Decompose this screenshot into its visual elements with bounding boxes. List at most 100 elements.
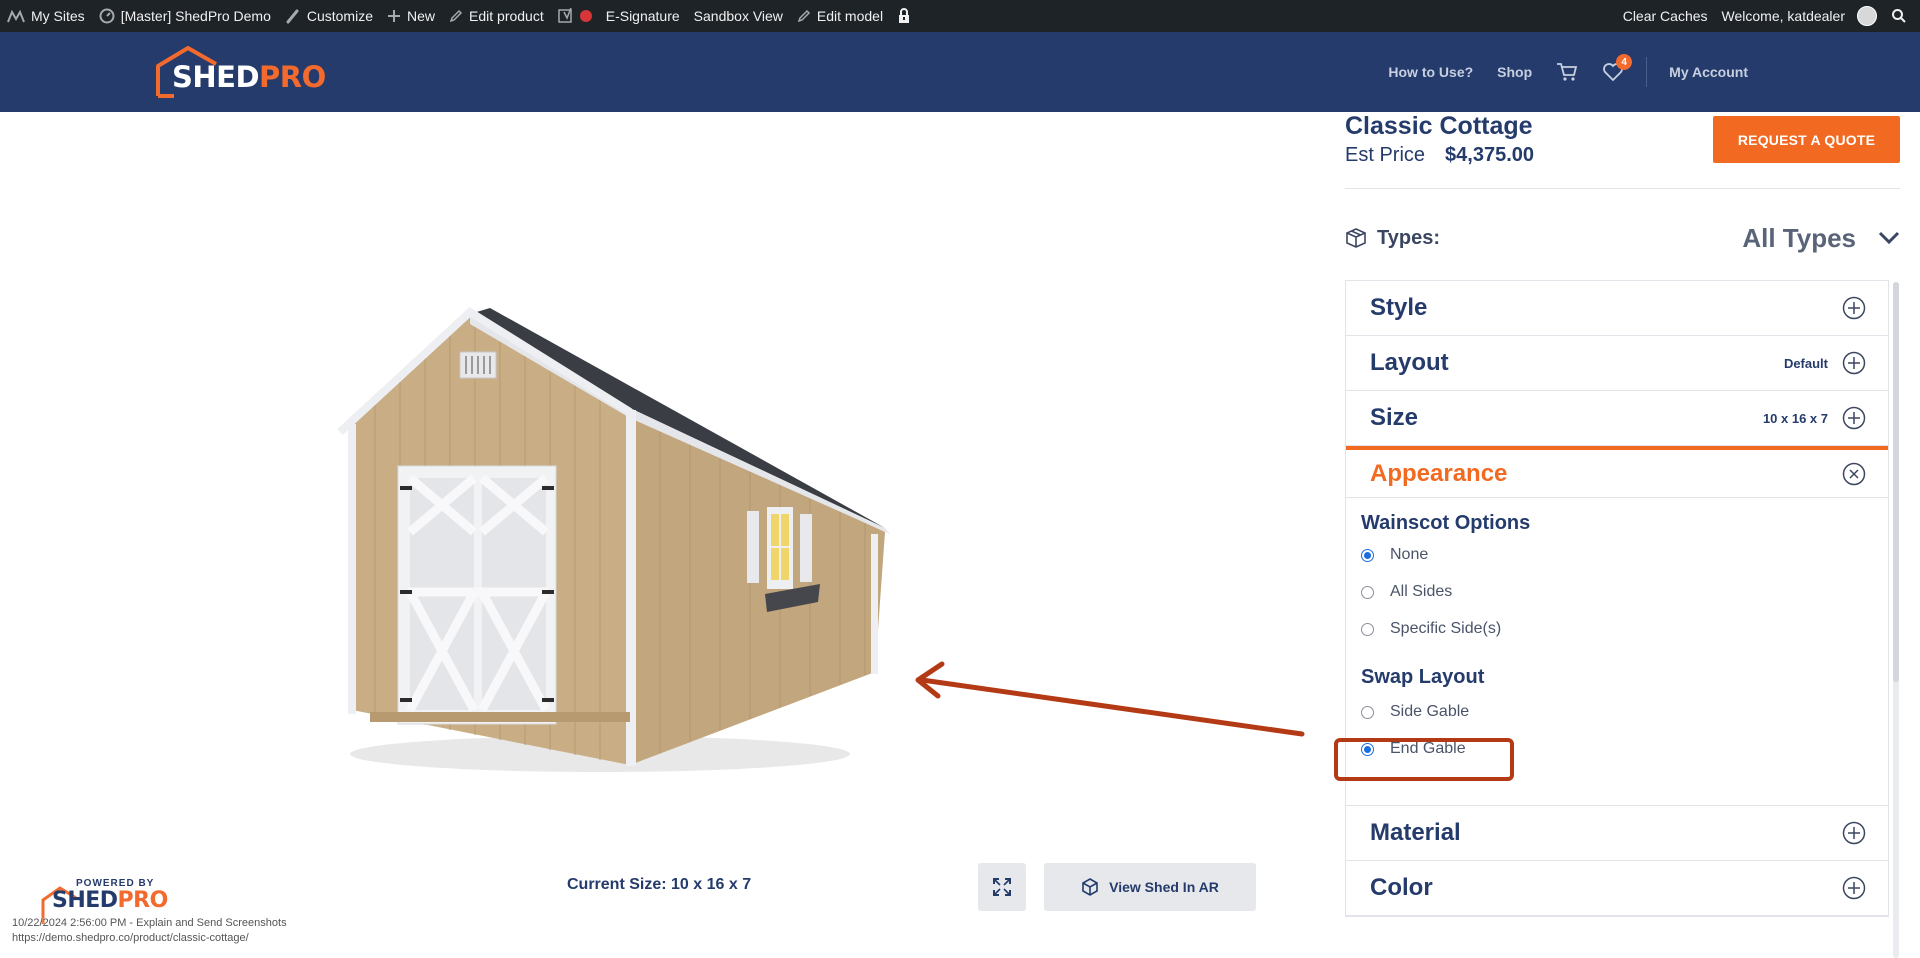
request-quote-button[interactable]: REQUEST A QUOTE xyxy=(1713,116,1900,163)
site-logo[interactable]: SHEDPRO xyxy=(154,46,326,98)
plus-circle-icon xyxy=(1842,821,1866,845)
nav-divider xyxy=(1646,57,1648,87)
wainscot-option-label: All Sides xyxy=(1390,583,1453,600)
accordion-size-value: 10 x 16 x 7 xyxy=(1762,410,1828,426)
account-menu[interactable]: Welcome, katdealer xyxy=(1715,0,1884,32)
powered-logo-text: SHEDPRO xyxy=(52,888,168,913)
accordion-style-title: Style xyxy=(1370,294,1428,321)
accordion-layout[interactable]: Layout Default xyxy=(1346,336,1888,391)
clear-caches-link[interactable]: Clear Caches xyxy=(1616,0,1715,32)
accordion-size[interactable]: Size 10 x 16 x 7 xyxy=(1346,391,1888,446)
admin-bar: My Sites [Master] ShedPro Demo Customize… xyxy=(0,0,1920,32)
cube-icon xyxy=(1082,878,1098,896)
main-nav: How to Use? Shop 4 My Account xyxy=(1376,32,1760,112)
watermark-line-1: 10/22/2024 2:56:00 PM - Explain and Send… xyxy=(12,917,287,929)
accordion-layout-value: Default xyxy=(1783,355,1828,371)
edit-product-link[interactable]: Edit product xyxy=(442,0,551,32)
screenshot-watermark: 10/22/2024 2:56:00 PM - Explain and Send… xyxy=(12,916,287,946)
shed-3d-viewer[interactable]: Current Size: 10 x 16 x 7 View Shed In A… xyxy=(0,112,1340,958)
annotation-highlight-box xyxy=(1334,738,1514,781)
radio-button[interactable] xyxy=(1361,705,1374,719)
swap-option-side-gable[interactable]: Side Gable xyxy=(1361,703,1469,721)
my-sites-link[interactable]: My Sites xyxy=(0,0,92,32)
sandbox-view-link[interactable]: Sandbox View xyxy=(687,0,790,32)
wainscot-option-all-sides[interactable]: All Sides xyxy=(1361,583,1452,601)
edit-model-label: Edit model xyxy=(816,8,884,24)
nav-my-account[interactable]: My Account xyxy=(1657,64,1760,80)
radio-button[interactable] xyxy=(1361,585,1374,599)
plus-circle-icon xyxy=(1842,406,1866,430)
seo-status-dot xyxy=(579,10,592,22)
wainscot-option-none[interactable]: None xyxy=(1361,546,1428,564)
radio-button[interactable] xyxy=(1361,548,1374,562)
cart-icon xyxy=(1557,63,1578,81)
wainscot-option-specific-sides[interactable]: Specific Side(s) xyxy=(1361,620,1501,638)
clear-caches-label: Clear Caches xyxy=(1622,8,1708,24)
nav-wishlist[interactable]: 4 xyxy=(1590,54,1636,82)
new-label: New xyxy=(407,8,436,24)
accordion-layout-title: Layout xyxy=(1370,349,1449,376)
accordion-color-title: Color xyxy=(1370,874,1433,901)
yoast-icon xyxy=(557,8,572,23)
site-name-link[interactable]: [Master] ShedPro Demo xyxy=(92,0,278,32)
customize-label: Customize xyxy=(306,8,373,24)
pencil-icon xyxy=(797,9,810,23)
divider xyxy=(1345,188,1900,189)
chevron-down-icon xyxy=(1878,231,1900,245)
current-size-label: Current Size: 10 x 16 x 7 xyxy=(567,876,752,893)
types-value: All Types xyxy=(1742,222,1856,253)
welcome-label: Welcome, katdealer xyxy=(1721,8,1845,24)
swap-option-label: Side Gable xyxy=(1390,703,1470,720)
accordion-material-title: Material xyxy=(1370,819,1461,846)
wainscot-option-label: Specific Side(s) xyxy=(1390,620,1502,637)
types-label: Types: xyxy=(1377,226,1440,249)
nav-how-to-use[interactable]: How to Use? xyxy=(1376,64,1485,80)
site-name-label: [Master] ShedPro Demo xyxy=(120,8,271,24)
esignature-label: E-Signature xyxy=(605,8,680,24)
edit-model-link[interactable]: Edit model xyxy=(790,0,890,32)
my-sites-label: My Sites xyxy=(31,8,85,24)
radio-button[interactable] xyxy=(1361,622,1374,636)
wainscot-heading: Wainscot Options xyxy=(1361,512,1531,534)
configurator-panel: Classic Cottage Est Price $4,375.00 REQU… xyxy=(1345,112,1900,958)
accordion-material[interactable]: Material xyxy=(1346,806,1888,861)
options-accordion: Style Layout Default Size 10 x 16 x 7 Ap… xyxy=(1345,280,1889,917)
est-price-label: Est Price xyxy=(1345,144,1426,166)
close-circle-icon xyxy=(1842,462,1866,485)
search-icon xyxy=(1892,9,1906,23)
logo-text: SHEDPRO xyxy=(172,60,326,94)
new-link[interactable]: New xyxy=(380,0,442,32)
accordion-style[interactable]: Style xyxy=(1346,281,1888,336)
admin-search-button[interactable] xyxy=(1884,0,1914,32)
wishlist-count-badge: 4 xyxy=(1616,54,1633,70)
esignature-link[interactable]: E-Signature xyxy=(599,0,687,32)
yoast-menu[interactable] xyxy=(551,0,599,32)
product-title: Classic Cottage xyxy=(1345,112,1533,140)
customize-link[interactable]: Customize xyxy=(278,0,380,32)
swap-layout-heading: Swap Layout xyxy=(1361,666,1485,688)
plus-circle-icon xyxy=(1842,876,1866,900)
site-header: SHEDPRO How to Use? Shop 4 My Account xyxy=(0,32,1920,112)
nav-shop[interactable]: Shop xyxy=(1485,64,1544,80)
accordion-size-title: Size xyxy=(1370,404,1419,431)
box-icon xyxy=(1346,228,1366,248)
accordion-color[interactable]: Color xyxy=(1346,861,1888,916)
brush-icon xyxy=(286,9,299,24)
fullscreen-button[interactable] xyxy=(978,863,1026,911)
panel-scrollbar[interactable] xyxy=(1893,282,1899,958)
view-in-ar-button[interactable]: View Shed In AR xyxy=(1044,863,1256,911)
plus-circle-icon xyxy=(1842,351,1866,375)
wainscot-option-label: None xyxy=(1390,546,1429,563)
view-in-ar-label: View Shed In AR xyxy=(1109,879,1219,895)
types-selector[interactable]: Types: All Types xyxy=(1345,220,1900,256)
pencil-icon xyxy=(449,9,463,23)
dashboard-icon xyxy=(99,8,115,24)
nav-cart[interactable] xyxy=(1544,62,1590,82)
avatar xyxy=(1857,6,1877,26)
shed-3d-model[interactable] xyxy=(330,302,890,772)
panel-scrollbar-thumb[interactable] xyxy=(1893,282,1899,682)
expand-icon xyxy=(993,878,1011,896)
lock-button[interactable] xyxy=(890,0,918,32)
annotation-arrow xyxy=(915,661,1305,737)
accordion-appearance[interactable]: Appearance xyxy=(1346,446,1888,498)
